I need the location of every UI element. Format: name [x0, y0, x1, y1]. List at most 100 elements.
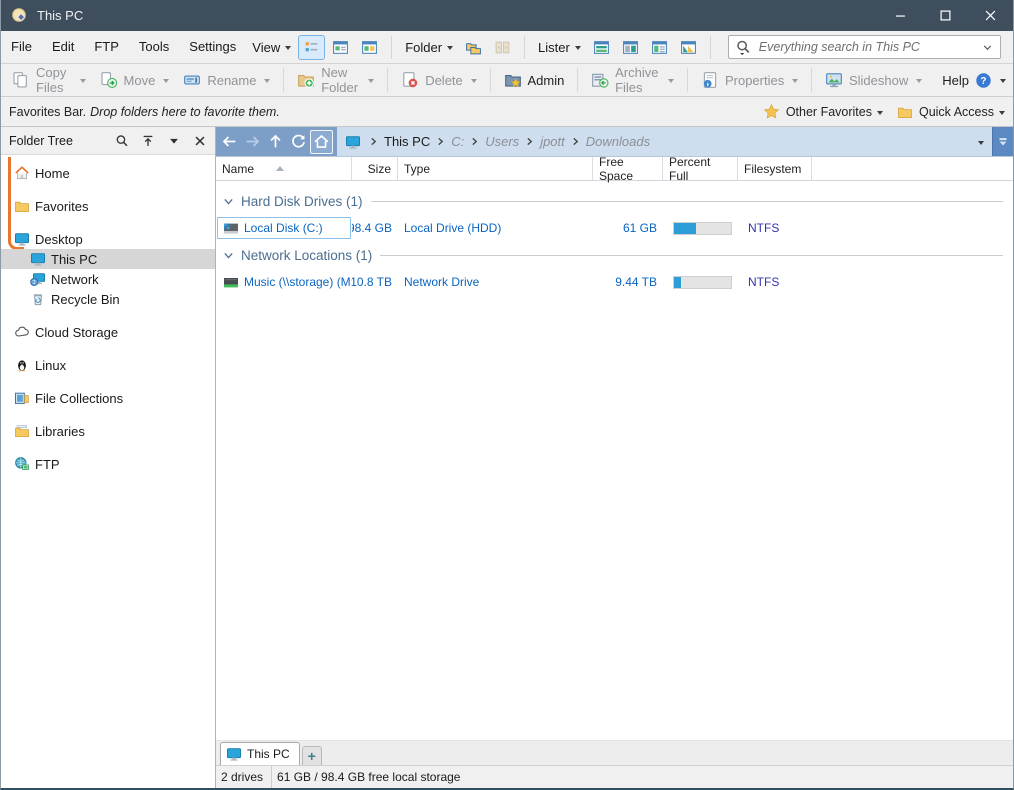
location-bar-toggle-button[interactable] [992, 127, 1013, 156]
maximize-button[interactable] [923, 0, 968, 31]
details-view-button[interactable] [298, 34, 326, 60]
breadcrumb-segment-users[interactable]: Users [483, 134, 521, 149]
tree-item-favorites[interactable]: Favorites [1, 196, 215, 216]
tree-item-label: Libraries [35, 423, 85, 439]
lister-vertical-button[interactable] [617, 35, 644, 60]
toolbar-admin-button[interactable]: Admin [497, 66, 572, 94]
status-drive-count: 2 drives [216, 766, 273, 788]
tree-item-label: Cloud Storage [35, 324, 119, 340]
tree-item-ftp[interactable]: FTP [1, 454, 215, 474]
column-header-name[interactable]: Name [216, 157, 352, 180]
tree-search-icon[interactable] [115, 134, 129, 148]
dual-folder-button[interactable] [460, 35, 487, 60]
tree-item-label: Desktop [35, 231, 83, 247]
tree-close-icon[interactable] [193, 134, 207, 148]
view-dropdown[interactable]: View [246, 40, 297, 55]
monitor-icon [226, 746, 242, 762]
lister-tree-button[interactable] [646, 35, 673, 60]
breadcrumb-segment-c[interactable]: C: [449, 134, 466, 149]
quick-access-button[interactable]: Quick Access [897, 104, 1005, 120]
tree-item-desktop[interactable]: Desktop [1, 229, 215, 249]
window-title: This PC [37, 8, 84, 23]
group-header-network-locations-1[interactable]: Network Locations (1) [216, 241, 1013, 269]
toolbar-rename-button[interactable]: Rename [176, 66, 277, 94]
file-row-music-storage-m[interactable]: Music (\\storage) (M:) 10.8 TB Network Dri… [216, 269, 1013, 295]
menu-tools[interactable]: Tools [129, 31, 179, 63]
percent-full-bar [673, 221, 732, 235]
breadcrumb-segment-this-pc[interactable]: This PC [382, 134, 432, 149]
toolbar-button-label: Copy Files [36, 65, 67, 95]
breadcrumb-segment-jpott[interactable]: jpott [538, 134, 567, 149]
back-button[interactable] [218, 130, 241, 154]
forward-button[interactable] [241, 130, 264, 154]
column-header-percent-full[interactable]: Percent Full [663, 154, 738, 183]
status-bar: 2 drives 61 GB / 98.4 GB free local stor… [216, 765, 1013, 788]
move-icon [100, 71, 118, 89]
new-tab-button[interactable]: + [301, 746, 322, 765]
path-dropdown-button[interactable] [965, 127, 992, 156]
column-header-size[interactable]: Size [352, 157, 398, 180]
menu-settings[interactable]: Settings [179, 31, 246, 63]
home-button[interactable] [310, 129, 333, 154]
favorites-bar-label: Favorites Bar. [9, 104, 87, 119]
chevron-down-icon [79, 79, 86, 83]
tree-item-this-pc[interactable]: This PC [1, 249, 215, 269]
file-name-cell[interactable]: Local Disk (C:) [217, 217, 351, 239]
menu-edit[interactable]: Edit [42, 31, 84, 63]
other-favorites-button[interactable]: Other Favorites [763, 103, 883, 120]
monitor-icon [345, 134, 361, 150]
separator [709, 35, 711, 59]
search-input[interactable] [751, 40, 981, 54]
column-header-filesystem[interactable]: Filesystem [738, 157, 812, 180]
close-button[interactable] [968, 0, 1013, 31]
toolbar-help-button[interactable]: Help? [929, 66, 1013, 94]
minimize-button[interactable] [878, 0, 923, 31]
lister-horizontal-button[interactable] [588, 35, 615, 60]
chevron-down-icon[interactable] [981, 41, 994, 54]
breadcrumb-segment-downloads[interactable]: Downloads [584, 134, 652, 149]
toolbar-new-folder-button[interactable]: New Folder [290, 65, 381, 95]
tree-item-file-collections[interactable]: File Collections [1, 388, 215, 408]
tab-this-pc[interactable]: This PC [220, 742, 300, 765]
file-row-local-disk-c[interactable]: Local Disk (C:) 98.4 GB Local Drive (HDD) 6… [216, 215, 1013, 241]
tree-item-network[interactable]: Network [1, 269, 215, 289]
file-name-cell[interactable]: Music (\\storage) (M:) [217, 271, 352, 293]
search-box[interactable] [727, 35, 1001, 59]
menu-ftp[interactable]: FTP [84, 31, 129, 63]
menu-file[interactable]: File [1, 31, 42, 63]
tree-item-libraries[interactable]: Libraries [1, 421, 215, 441]
breadcrumb-chevron-icon [435, 136, 446, 147]
toolbar-properties-button[interactable]: Properties [694, 66, 805, 94]
column-header-type[interactable]: Type [398, 157, 593, 180]
refresh-button[interactable] [287, 130, 310, 154]
tree-item-cloud-storage[interactable]: Cloud Storage [1, 322, 215, 342]
tree-item-label: Recycle Bin [51, 291, 120, 307]
group-header-hard-disk-drives-1[interactable]: Hard Disk Drives (1) [216, 187, 1013, 215]
tree-scroll-top-icon[interactable] [141, 134, 155, 148]
chevron-down-icon [668, 79, 675, 83]
file-size: 98.4 GB [352, 221, 392, 235]
toolbar-slideshow-button[interactable]: Slideshow [818, 66, 929, 94]
thumbnails-view-button[interactable] [356, 35, 383, 60]
menu-items: File Edit FTP Tools Settings [1, 31, 246, 63]
column-header-free-space[interactable]: Free Space [593, 155, 663, 183]
up-button[interactable] [264, 130, 287, 154]
other-favorites-label: Other Favorites [785, 104, 872, 119]
toolbar-move-button[interactable]: Move [93, 66, 177, 94]
toolbar-delete-button[interactable]: Delete [394, 66, 484, 94]
toolbar-archive-files-button[interactable]: Archive Files [584, 65, 681, 95]
list-view-button[interactable] [327, 35, 354, 60]
tree-item-linux[interactable]: Linux [1, 355, 215, 375]
tree-item-recycle-bin[interactable]: Recycle Bin [1, 289, 215, 309]
folder-dropdown[interactable]: Folder [399, 40, 459, 55]
dual-panels-button[interactable] [489, 35, 516, 60]
lister-viewer-button[interactable] [675, 35, 702, 60]
lister-dropdown[interactable]: Lister [532, 40, 587, 55]
separator [524, 35, 526, 59]
lister-mode-buttons [587, 35, 703, 60]
tree-item-home[interactable]: Home [1, 163, 215, 183]
column-header-label: Percent Full [669, 154, 711, 183]
tree-menu-icon[interactable] [167, 134, 181, 148]
toolbar-copy-files-button[interactable]: Copy Files [5, 65, 93, 95]
view-dropdown-label: View [252, 39, 281, 55]
